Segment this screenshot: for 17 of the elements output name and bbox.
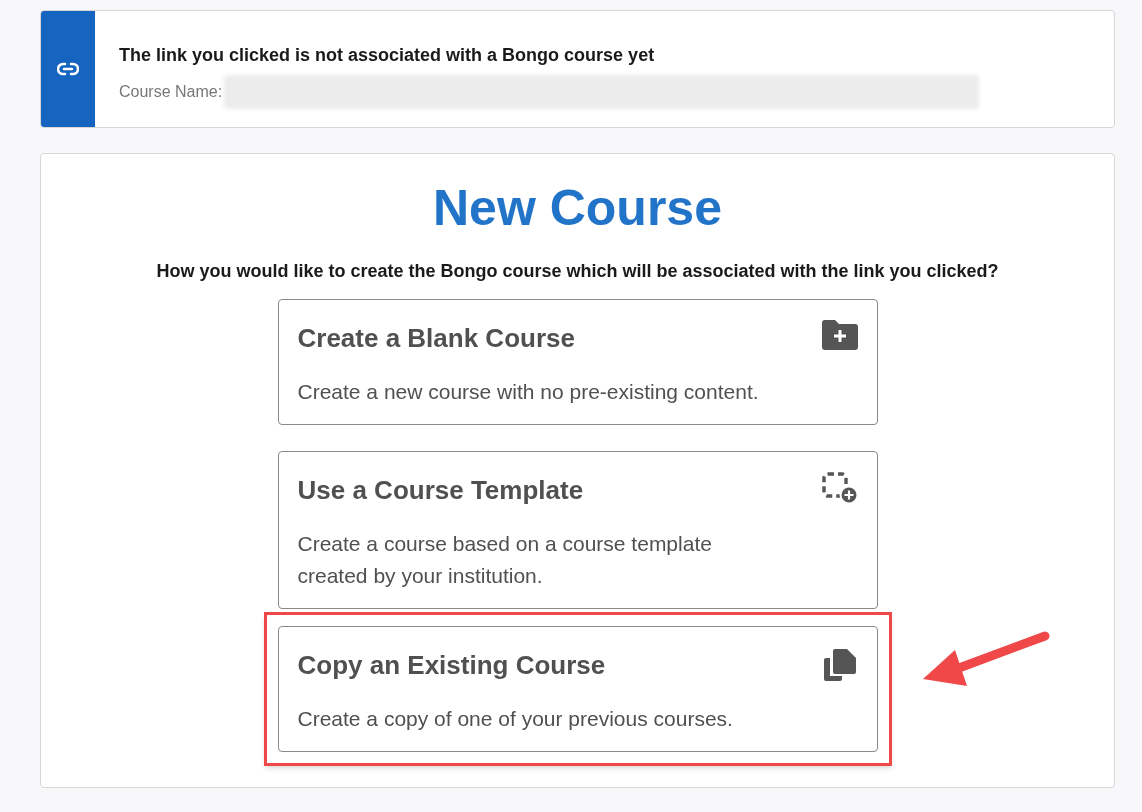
- option-description: Create a new course with no pre-existing content.: [297, 379, 760, 405]
- link-icon: [57, 62, 79, 76]
- copy-icon: [821, 647, 858, 683]
- dashed-square-plus-icon: [821, 472, 858, 504]
- option-card[interactable]: Use a Course Template Create a course based on a course template created by your institution.: [277, 451, 878, 609]
- folder-plus-icon: [821, 320, 858, 350]
- course-name-label: Course Name:: [119, 82, 223, 102]
- question-text: How you would like to create the Bongo course which will be associated with the link you clicked?: [156, 260, 999, 283]
- page-heading: New Course: [433, 179, 722, 238]
- option-card[interactable]: Create a Blank Course Create a new course with no pre-existing content.: [277, 299, 878, 425]
- notice-title: The link you clicked is not associated with a Bongo course yet: [119, 44, 656, 67]
- option-title: Create a Blank Course: [297, 322, 575, 355]
- option-title: Copy an Existing Course: [297, 649, 606, 682]
- option-description: Create a course based on a course template created by your institution.: [297, 531, 713, 589]
- option-title: Use a Course Template: [297, 474, 584, 507]
- option-card[interactable]: Copy an Existing Course Create a copy of one of your previous courses.: [277, 626, 878, 752]
- option-description: Create a copy of one of your previous courses.: [297, 706, 734, 732]
